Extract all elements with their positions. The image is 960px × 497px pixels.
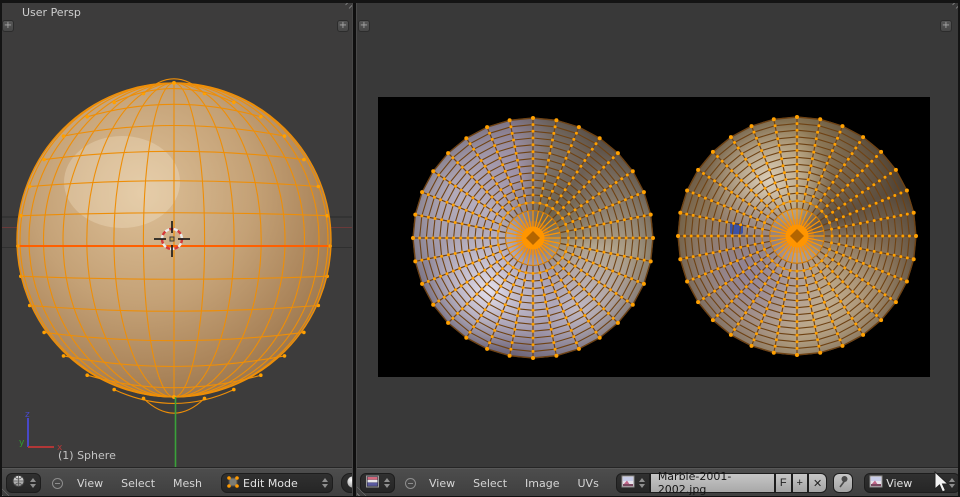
y-axis-label: y <box>19 438 25 448</box>
z-axis-label: z <box>25 410 30 420</box>
menu-uvs[interactable]: UVs <box>569 477 608 490</box>
browse-image-button[interactable] <box>616 473 650 493</box>
image-icon <box>621 475 635 491</box>
3d-viewport[interactable]: z y x User Persp (1) Sphere + + <box>0 0 353 468</box>
new-image-button[interactable]: + <box>792 473 808 493</box>
3d-viewport-area: z y x User Persp (1) Sphere + + <box>0 0 353 497</box>
mode-dropdown-label: Edit Mode <box>243 477 318 490</box>
collapse-menus-icon[interactable] <box>52 478 63 489</box>
mode-dropdown[interactable]: Edit Mode <box>221 473 333 493</box>
menu-view[interactable]: View <box>420 477 464 490</box>
edit-mode-icon <box>226 475 240 492</box>
expand-region-button-left[interactable]: + <box>2 20 14 32</box>
pin-button[interactable] <box>833 473 853 493</box>
uv-wireframe[interactable] <box>378 97 930 377</box>
uv-image-editor[interactable]: + + <box>357 0 960 468</box>
menu-view[interactable]: View <box>68 477 112 490</box>
mouse-cursor <box>933 471 955 495</box>
menu-select[interactable]: Select <box>464 477 516 490</box>
chevron-updown-icon <box>322 478 328 488</box>
uv-image-editor-icon <box>365 474 380 492</box>
chevron-updown-icon <box>30 478 36 488</box>
menu-bar: View Select Mesh <box>68 477 211 490</box>
image-name-field[interactable]: Marble-2001-2002.jpg <box>650 473 775 493</box>
uv-image-editor-area: + + View Select Image UVs <box>357 0 960 497</box>
image-canvas[interactable] <box>378 97 930 377</box>
menu-image[interactable]: Image <box>516 477 568 490</box>
pin-icon <box>837 475 849 491</box>
menu-mesh[interactable]: Mesh <box>164 477 211 490</box>
chevron-updown-icon <box>384 478 390 488</box>
menu-select[interactable]: Select <box>112 477 164 490</box>
3d-cursor[interactable] <box>150 217 194 261</box>
area-corner-widget[interactable] <box>946 1 959 14</box>
menu-bar: View Select Image UVs <box>420 477 608 490</box>
view-mode-icon <box>869 475 883 491</box>
view-name-label: User Persp <box>22 6 81 19</box>
blender-window: z y x User Persp (1) Sphere + + <box>0 0 960 497</box>
3d-viewport-editor-icon <box>11 474 26 492</box>
editor-type-button[interactable] <box>6 473 41 493</box>
3d-viewport-header: View Select Mesh Edit Mode <box>0 468 353 497</box>
editor-type-button[interactable] <box>360 473 395 493</box>
collapse-menus-icon[interactable] <box>405 478 416 489</box>
chevron-updown-icon <box>639 478 645 488</box>
unlink-image-button[interactable]: ✕ <box>808 473 827 493</box>
fake-user-button[interactable]: F <box>775 473 792 493</box>
area-divider[interactable] <box>352 0 357 497</box>
uv-editor-header: View Select Image UVs Marble-2001-2002.j… <box>357 468 960 497</box>
expand-region-button-left[interactable]: + <box>358 20 370 32</box>
active-object-label: (1) Sphere <box>58 449 116 462</box>
expand-region-button-right[interactable]: + <box>337 20 349 32</box>
expand-region-button-right[interactable]: + <box>940 20 952 32</box>
